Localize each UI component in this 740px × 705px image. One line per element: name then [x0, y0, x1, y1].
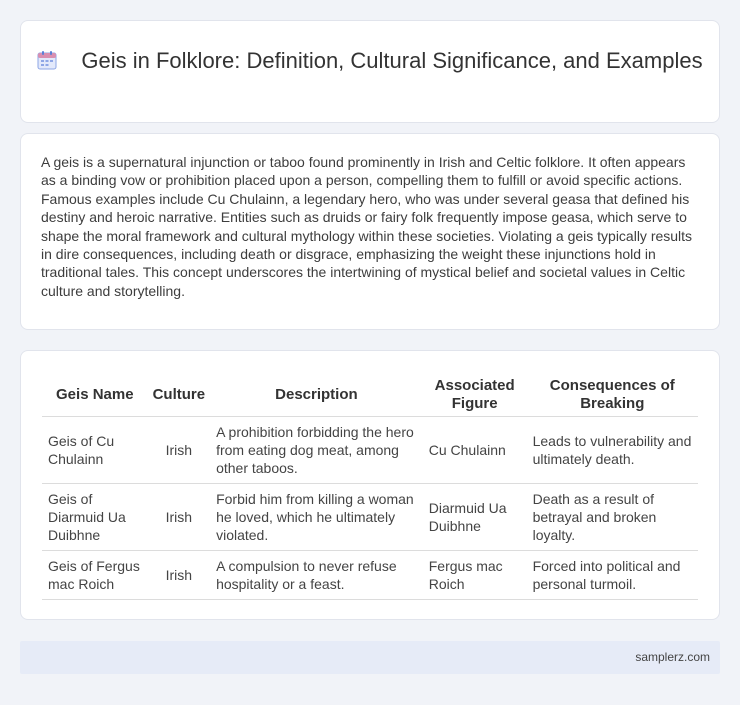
page-title-wrap: Geis in Folklore: Definition, Cultural S… — [21, 46, 719, 75]
header-geis-name: Geis Name — [42, 374, 148, 417]
intro-paragraph: A geis is a supernatural injunction or t… — [41, 154, 693, 299]
footer-site-link[interactable]: samplerz.com — [635, 650, 710, 664]
cell-consequences: Forced into political and personal turmo… — [526, 550, 698, 600]
cell-culture: Irish — [147, 483, 211, 551]
cell-consequences: Death as a result of betrayal and broken… — [526, 483, 698, 551]
header-description: Description — [210, 374, 423, 417]
header-culture: Culture — [147, 374, 211, 417]
cell-geis-name: Geis of Cu Chulainn — [42, 416, 148, 484]
cell-culture: Irish — [147, 550, 211, 600]
table-card: Geis Name Culture Description Associated… — [20, 350, 720, 620]
cell-geis-name: Geis of Diarmuid Ua Duibhne — [42, 483, 148, 551]
cell-description: A prohibition forbidding the hero from e… — [210, 416, 423, 484]
cell-geis-name: Geis of Fergus mac Roich — [42, 550, 148, 600]
header-consequences: Consequences of Breaking — [526, 374, 698, 417]
cell-description: Forbid him from killing a woman he loved… — [210, 483, 423, 551]
cell-associated-figure: Fergus mac Roich — [422, 550, 527, 600]
cell-consequences: Leads to vulnerability and ultimately de… — [526, 416, 698, 484]
calendar-icon — [37, 51, 57, 70]
cell-associated-figure: Diarmuid Ua Duibhne — [422, 483, 527, 551]
header-card: Geis in Folklore: Definition, Cultural S… — [20, 20, 720, 123]
header-associated-figure: Associated Figure — [422, 374, 527, 417]
table-row: Geis of Fergus mac Roich Irish A compuls… — [42, 550, 698, 600]
cell-culture: Irish — [147, 416, 211, 484]
footer-bar: samplerz.com — [20, 641, 720, 674]
table-row: Geis of Cu Chulainn Irish A prohibition … — [42, 416, 698, 484]
intro-card: A geis is a supernatural injunction or t… — [20, 133, 720, 330]
geis-table: Geis Name Culture Description Associated… — [42, 374, 698, 600]
table-header-row: Geis Name Culture Description Associated… — [42, 374, 698, 417]
cell-description: A compulsion to never refuse hospitality… — [210, 550, 423, 600]
cell-associated-figure: Cu Chulainn — [422, 416, 527, 484]
page-title: Geis in Folklore: Definition, Cultural S… — [81, 48, 703, 73]
table-row: Geis of Diarmuid Ua Duibhne Irish Forbid… — [42, 483, 698, 551]
